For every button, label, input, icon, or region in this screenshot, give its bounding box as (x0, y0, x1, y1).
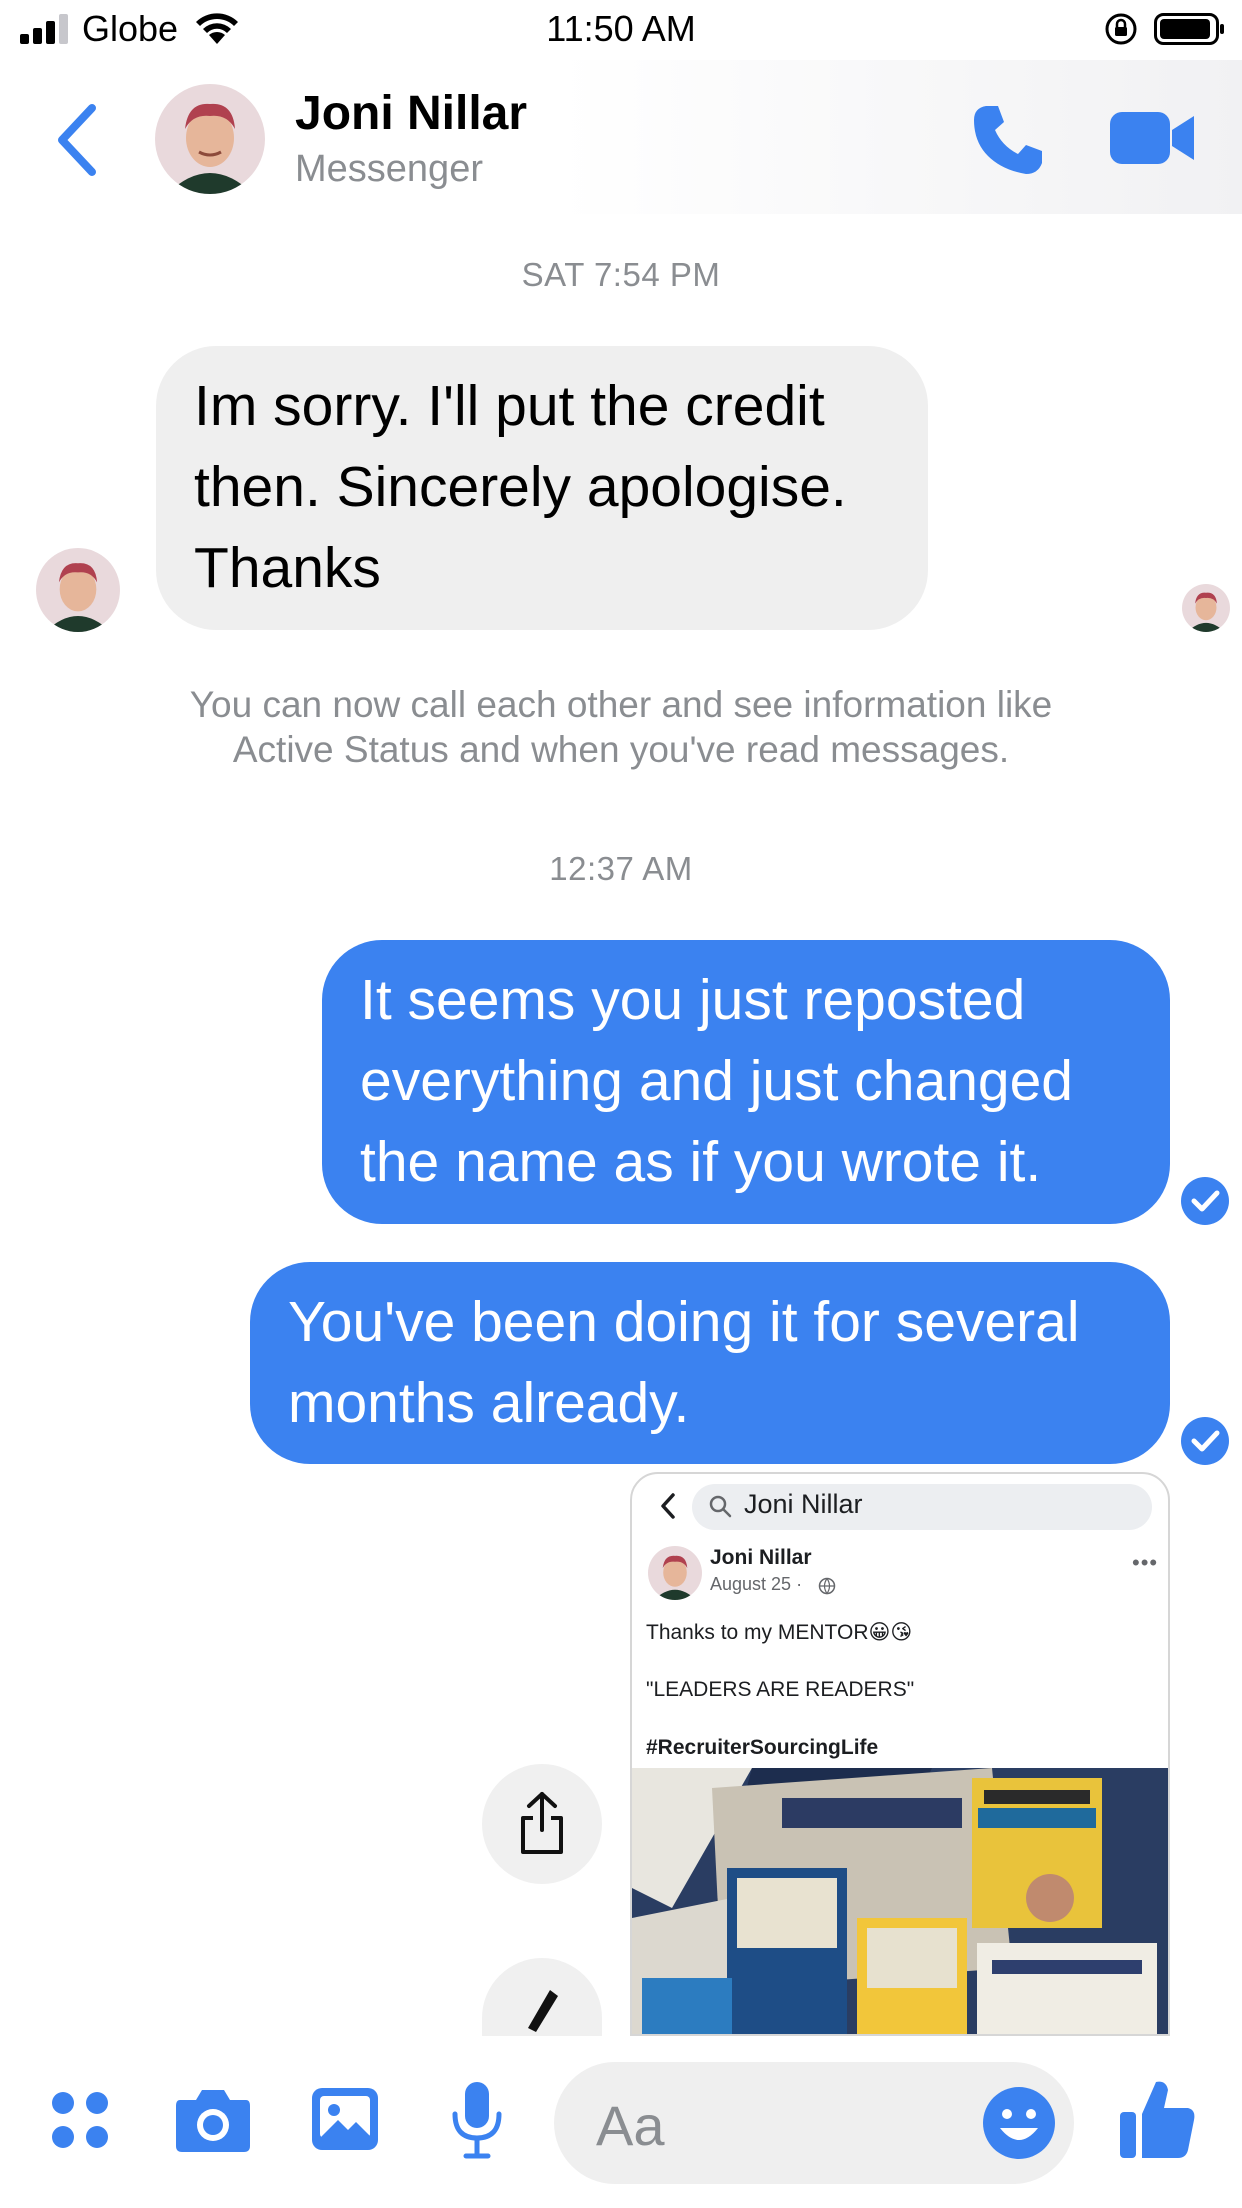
status-time: 11:50 AM (546, 8, 696, 49)
delivered-check-icon (1181, 1417, 1229, 1465)
conversation-header: Joni Nillar Messenger (0, 60, 1242, 214)
message-text-line: then. Sincerely apologise. (194, 455, 847, 519)
system-notice-line: Active Status and when you've read messa… (232, 729, 1010, 770)
message-text-line: months already. (288, 1371, 690, 1435)
avatar-portrait (155, 84, 265, 194)
post-text-line: Thanks to my MENTOR😀😘 (646, 1621, 913, 1644)
pencil-icon (528, 1990, 558, 2032)
back-icon (661, 1493, 675, 1519)
message-text-line: It seems you just reposted (360, 968, 1026, 1032)
post-author-name: Joni Nillar (710, 1546, 812, 1569)
more-actions-icon[interactable] (50, 2090, 110, 2150)
avatar-portrait (648, 1546, 702, 1600)
avatar-portrait (36, 548, 120, 632)
system-notice: You can now call each other and see info… (0, 682, 1242, 772)
share-button[interactable] (482, 1764, 602, 1884)
message-input-placeholder: Aa (596, 2094, 665, 2157)
message-text-line: everything and just changed (360, 1049, 1074, 1113)
post-photo (632, 1768, 1168, 2034)
like-thumbs-up-icon[interactable] (1118, 2076, 1198, 2160)
post-text-line: "LEADERS ARE READERS" (646, 1678, 915, 1701)
incoming-message-bubble[interactable]: Im sorry. I'll put the credit then. Sinc… (156, 346, 928, 630)
message-text-line: Thanks (194, 536, 381, 600)
battery-icon (1154, 13, 1224, 45)
camera-icon[interactable] (174, 2084, 252, 2154)
message-composer: Aa (0, 2036, 1242, 2208)
read-receipt-avatar (1182, 584, 1230, 632)
delivered-check-icon (1181, 1177, 1229, 1225)
gallery-icon[interactable] (310, 2086, 380, 2152)
share-icon (521, 1792, 563, 1854)
shared-screenshot-image[interactable]: Joni Nillar Joni Nillar August 25 · ••• … (630, 1472, 1170, 2036)
post-hashtag: #RecruiterSourcingLife (646, 1736, 879, 1759)
message-timestamp: 12:37 AM (549, 850, 693, 887)
more-options-icon: ••• (1132, 1550, 1159, 1575)
phone-call-button[interactable] (968, 100, 1048, 180)
avatar-portrait (1182, 584, 1230, 632)
back-button[interactable] (50, 102, 104, 178)
system-notice-line: You can now call each other and see info… (189, 684, 1053, 725)
contact-subtitle: Messenger (295, 148, 483, 190)
video-call-button[interactable] (1110, 108, 1196, 168)
contact-name[interactable]: Joni Nillar (295, 86, 527, 141)
post-date: August 25 · (710, 1574, 803, 1594)
outgoing-message-bubble[interactable]: It seems you just reposted everything an… (322, 940, 1170, 1224)
post-author-avatar (648, 1546, 702, 1600)
message-timestamp: SAT 7:54 PM (521, 256, 721, 293)
outgoing-message-bubble[interactable]: You've been doing it for several months … (250, 1262, 1170, 1464)
globe-icon (818, 1577, 836, 1595)
edit-button[interactable] (482, 1958, 602, 2036)
rotation-lock-icon (1105, 13, 1137, 45)
search-icon (709, 1495, 732, 1518)
microphone-icon[interactable] (450, 2080, 504, 2160)
status-bar: Globe 11:50 AM (0, 0, 1242, 60)
message-text-line: Im sorry. I'll put the credit (194, 374, 825, 438)
message-text-line: You've been doing it for several (288, 1290, 1080, 1354)
message-input[interactable]: Aa (554, 2062, 1074, 2184)
emoji-icon[interactable] (982, 2086, 1056, 2160)
search-query: Joni Nillar (744, 1489, 863, 1519)
contact-avatar[interactable] (155, 84, 265, 194)
sender-avatar[interactable] (36, 548, 120, 632)
message-text-line: the name as if you wrote it. (360, 1130, 1042, 1194)
books-photo (632, 1768, 1168, 2034)
